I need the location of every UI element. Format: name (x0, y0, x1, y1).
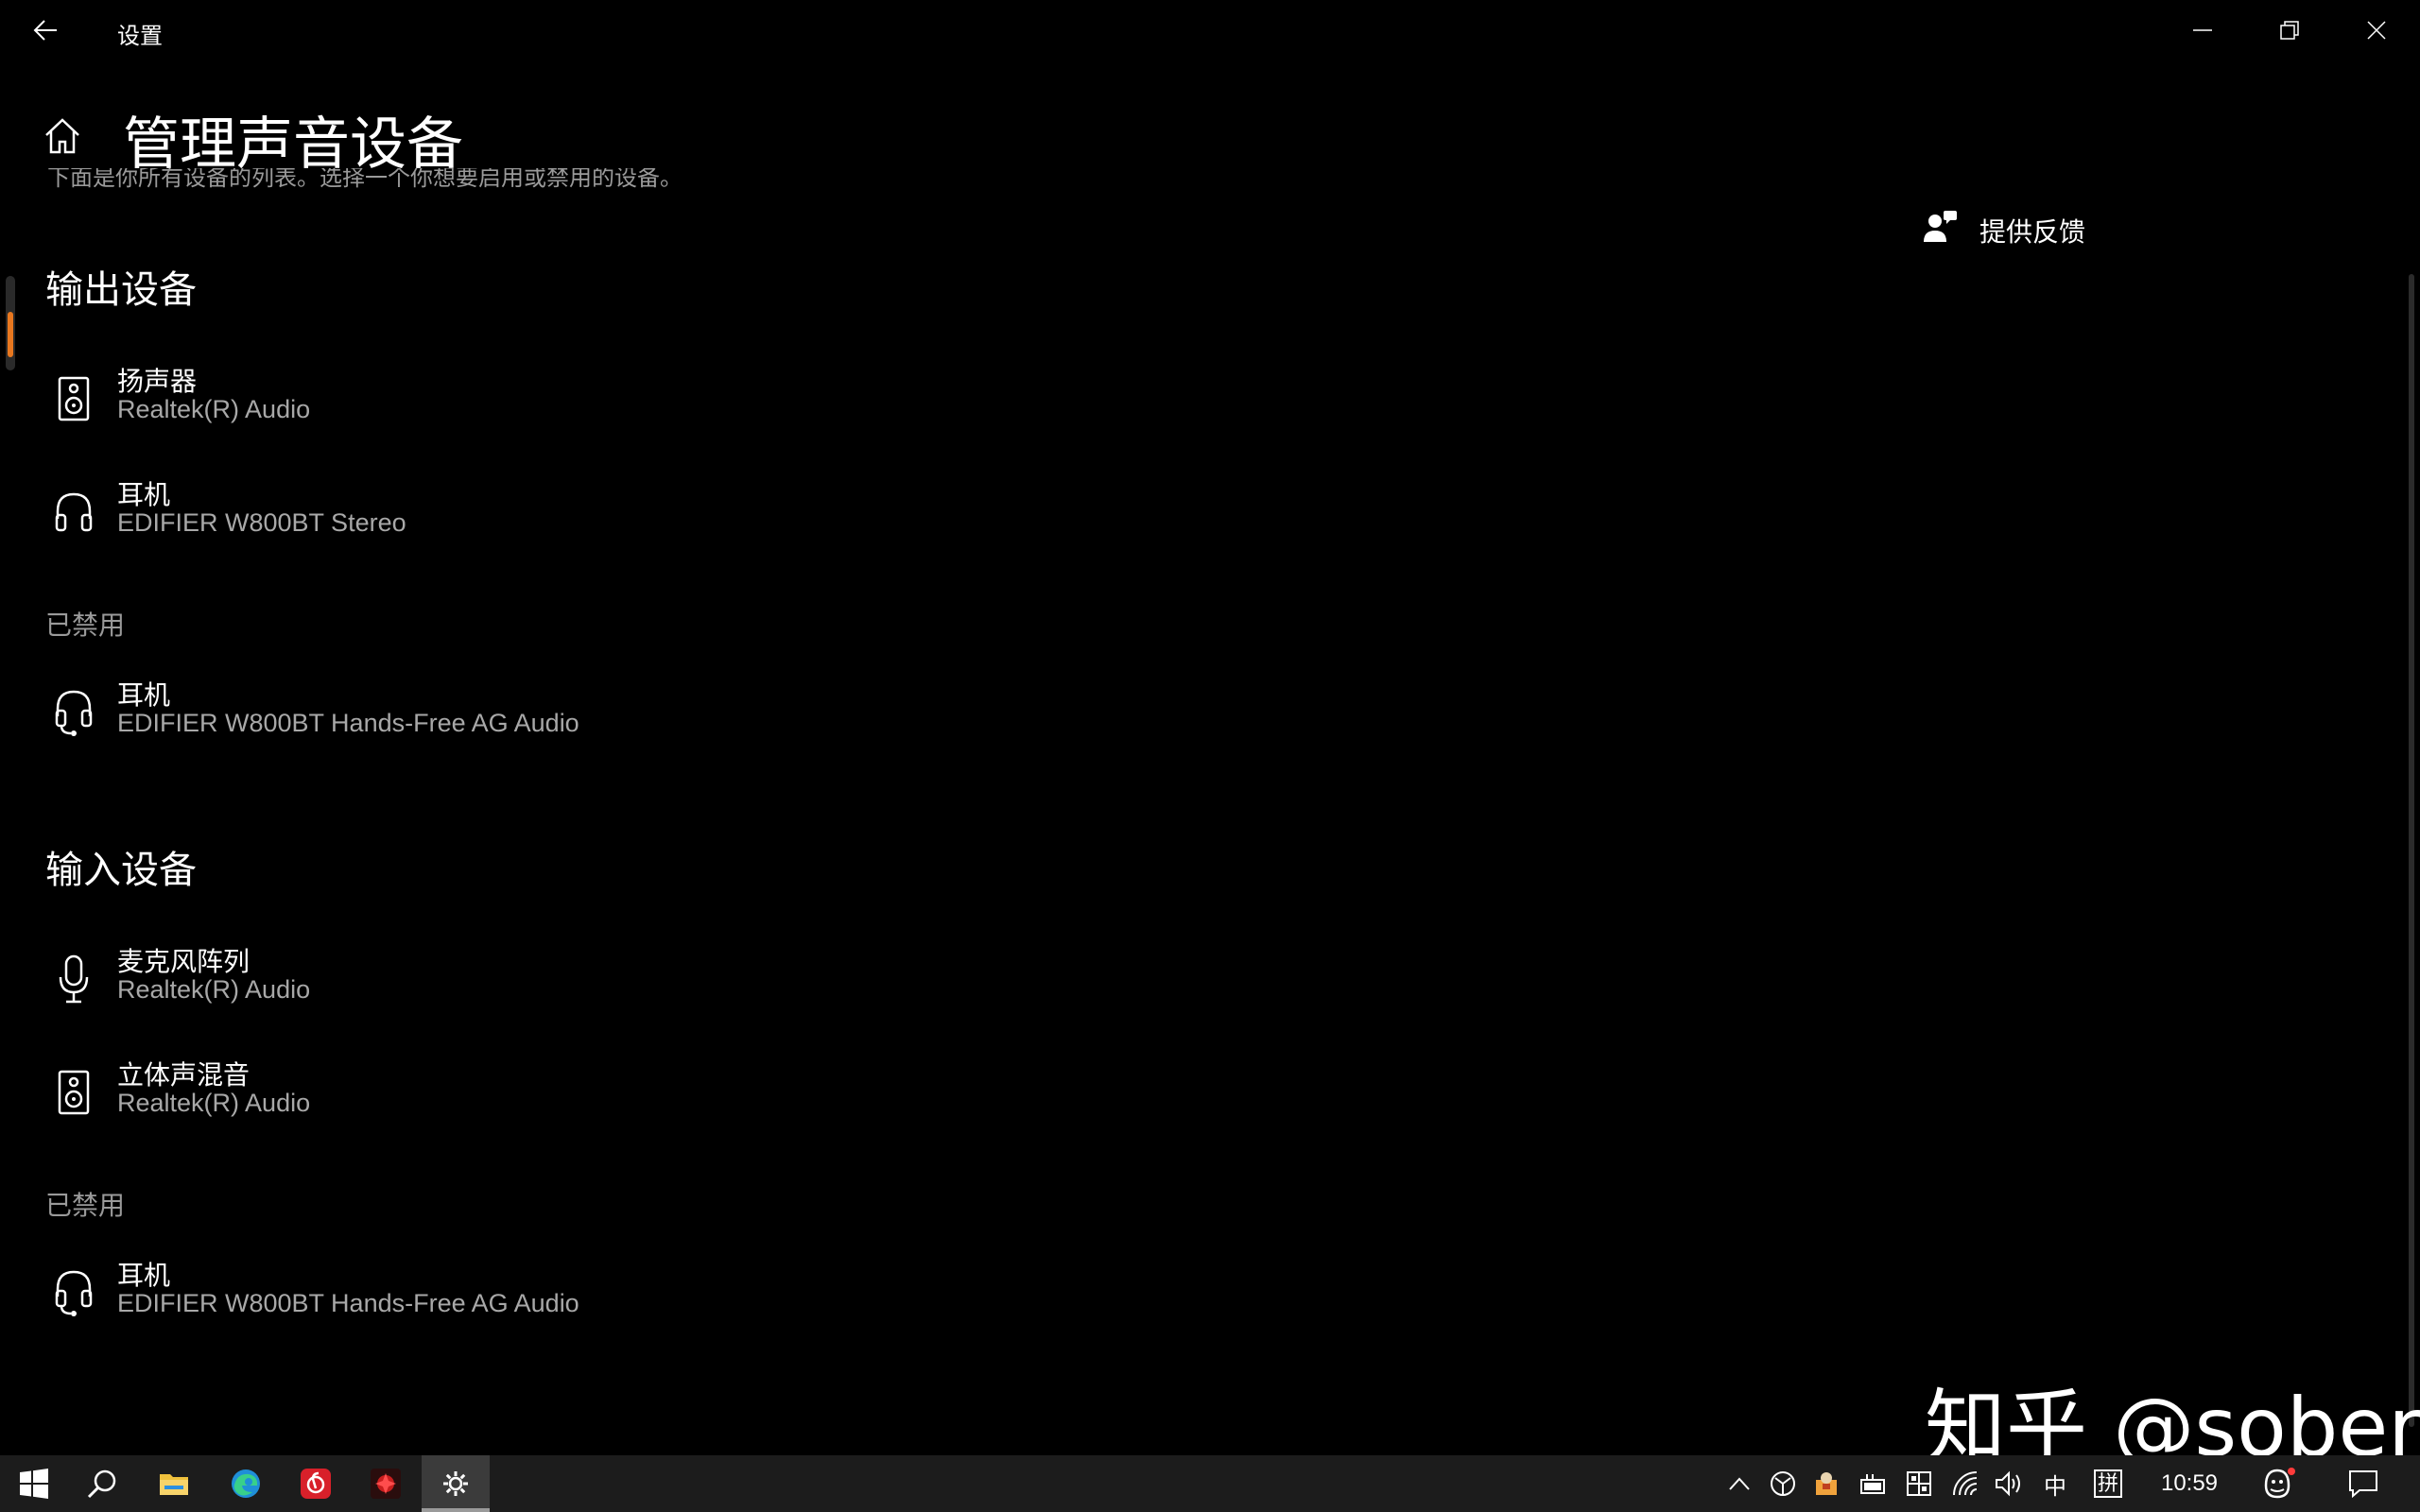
scrollbar-thumb[interactable] (8, 312, 13, 357)
minimize-icon (2193, 29, 2212, 31)
notification-icon (2349, 1470, 2377, 1498)
microphone-icon (59, 954, 89, 1004)
home-icon (45, 118, 79, 154)
headphones-icon (55, 492, 93, 532)
close-button[interactable] (2333, 0, 2420, 60)
device-detail: EDIFIER W800BT Hands-Free AG Audio (117, 709, 579, 737)
home-button[interactable] (38, 112, 87, 161)
restore-icon (2280, 21, 2299, 40)
device-name: 耳机 (117, 680, 171, 710)
output-section-title: 输出设备 (45, 269, 197, 311)
device-name: 麦克风阵列 (117, 947, 251, 976)
feedback-label: 提供反馈 (1979, 217, 2086, 247)
qq-icon (2264, 1468, 2295, 1499)
device-name: 扬声器 (117, 367, 198, 396)
headset-icon (55, 690, 93, 736)
app-title: 设置 (117, 24, 163, 49)
edge-icon (232, 1469, 260, 1498)
settings-taskbar-button[interactable] (422, 1455, 490, 1512)
feedback-person-icon (1924, 211, 1957, 242)
game-app-icon (371, 1469, 401, 1499)
game-app-button[interactable] (352, 1455, 420, 1512)
tray-app-icon (1771, 1471, 1795, 1496)
device-detail: EDIFIER W800BT Stereo (117, 508, 406, 537)
arrow-left-icon (33, 20, 57, 41)
output-device-speaker[interactable]: 扬声器 Realtek(R) Audio (38, 352, 889, 446)
output-device-headphones[interactable]: 耳机 EDIFIER W800BT Stereo (38, 465, 889, 559)
input-device-stereo-mix[interactable]: 立体声混音 Realtek(R) Audio (38, 1045, 889, 1140)
close-icon (2367, 21, 2386, 40)
wifi-icon (1953, 1471, 1978, 1496)
volume-icon (1996, 1470, 2020, 1497)
tray-grid-icon (1907, 1471, 1931, 1496)
search-icon (87, 1469, 116, 1499)
tray-qq[interactable] (2254, 1455, 2301, 1512)
input-device-mic-array[interactable]: 麦克风阵列 Realtek(R) Audio (38, 932, 889, 1026)
watermark: 知乎 @sober (1925, 1381, 2420, 1455)
netease-music-button[interactable] (282, 1455, 350, 1512)
tray-app-3[interactable] (1900, 1455, 1938, 1512)
back-button[interactable] (19, 8, 72, 53)
device-detail: Realtek(R) Audio (117, 1089, 311, 1117)
input-section-title: 输入设备 (45, 850, 197, 891)
tray-battery[interactable] (1855, 1455, 1893, 1512)
tray-network[interactable] (1947, 1455, 1985, 1512)
netease-music-icon (301, 1469, 331, 1499)
taskbar-clock[interactable]: 10:59 (2152, 1455, 2227, 1512)
tray-app-2[interactable] (1807, 1455, 1845, 1512)
tray-volume[interactable] (1991, 1455, 2029, 1512)
page-scrollbar[interactable] (6, 276, 15, 370)
device-name: 耳机 (117, 1261, 171, 1290)
device-name: 耳机 (117, 480, 171, 509)
ime-label: 拼 (2093, 1469, 2122, 1498)
device-detail: EDIFIER W800BT Hands-Free AG Audio (117, 1289, 579, 1317)
settings-icon (443, 1471, 468, 1496)
title-bar: 设置 (0, 0, 2420, 60)
settings-window: 设置 管理声音设备 下面是你所有设备的列表。选择一个你想要启用或禁用的设备。 提… (0, 0, 2420, 1455)
speaker-icon (58, 1070, 90, 1115)
restore-button[interactable] (2246, 0, 2333, 60)
output-disabled-label: 已禁用 (45, 610, 126, 640)
right-scrollbar[interactable] (2409, 274, 2414, 1427)
page-description: 下面是你所有设备的列表。选择一个你想要启用或禁用的设备。 (47, 168, 683, 191)
chevron-up-icon (1729, 1477, 1750, 1490)
headset-icon (55, 1270, 93, 1316)
tray-overflow-button[interactable] (1720, 1455, 1758, 1512)
tray-app-icon (1816, 1472, 1837, 1495)
taskbar: 中 拼 10:59 (0, 1455, 2420, 1512)
input-disabled-label: 已禁用 (45, 1191, 126, 1220)
start-button[interactable] (0, 1455, 68, 1512)
tray-input-mode[interactable]: 中 (2036, 1455, 2074, 1512)
minimize-button[interactable] (2159, 0, 2246, 60)
action-center-button[interactable] (2335, 1455, 2392, 1512)
file-explorer-icon (160, 1474, 188, 1495)
tray-app-1[interactable] (1764, 1455, 1802, 1512)
speaker-icon (58, 376, 90, 421)
device-detail: Realtek(R) Audio (117, 395, 311, 423)
input-device-headset-disabled[interactable]: 耳机 EDIFIER W800BT Hands-Free AG Audio (38, 1246, 889, 1340)
edge-button[interactable] (212, 1455, 280, 1512)
tray-ime[interactable]: 拼 (2089, 1455, 2127, 1512)
device-name: 立体声混音 (117, 1060, 251, 1090)
start-icon (20, 1469, 48, 1499)
feedback-link[interactable]: 提供反馈 (1915, 200, 2123, 253)
device-detail: Realtek(R) Audio (117, 975, 311, 1004)
search-button[interactable] (68, 1455, 136, 1512)
file-explorer-button[interactable] (140, 1455, 208, 1512)
battery-plug-icon (1860, 1474, 1885, 1494)
output-device-headset-disabled[interactable]: 耳机 EDIFIER W800BT Hands-Free AG Audio (38, 665, 889, 760)
